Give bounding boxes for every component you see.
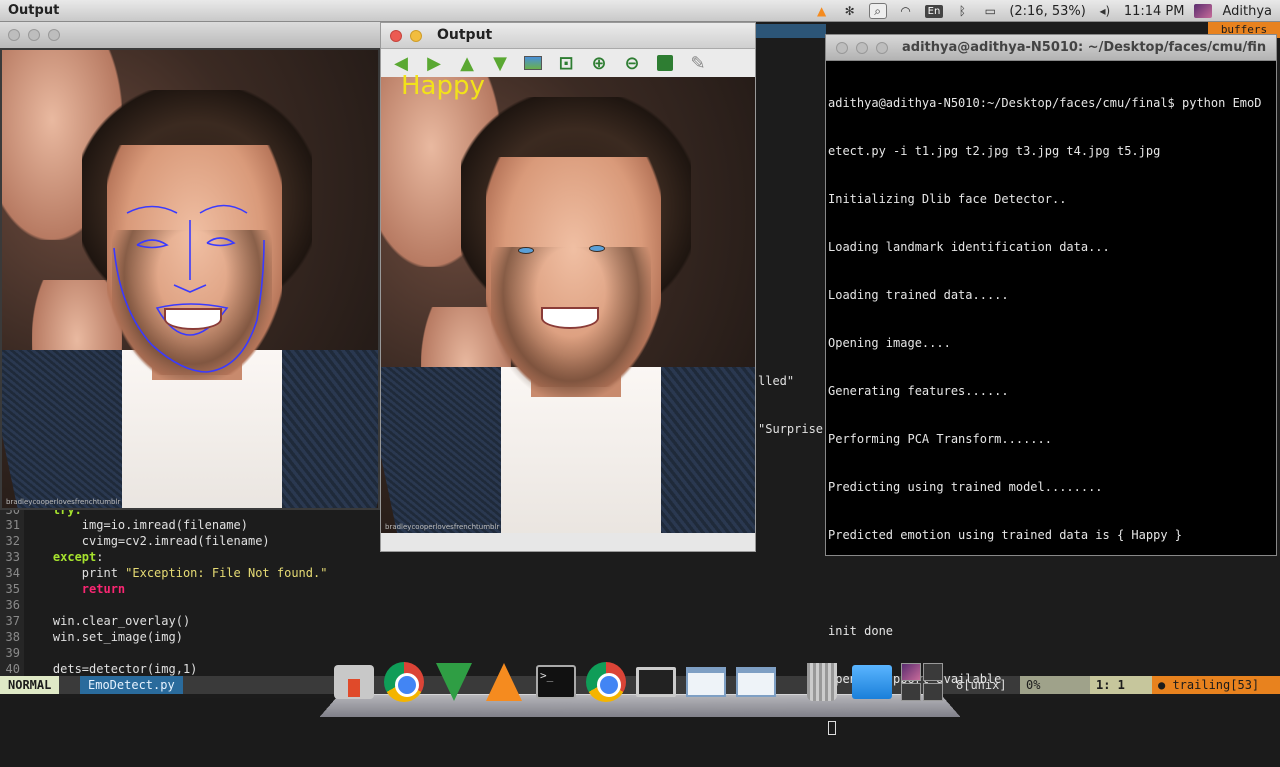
left-brow-landmark-line — [126, 205, 178, 214]
output-photo: bradleycooperlovesfrenchtumblr — [381, 77, 755, 533]
minimize-button[interactable] — [410, 30, 422, 42]
user-avatar — [1194, 4, 1213, 18]
terminal-icon[interactable]: >_ — [534, 660, 578, 704]
window-icon[interactable] — [734, 660, 778, 704]
code-line: 33 except: — [0, 549, 330, 565]
left-eye-landmark-line — [136, 239, 169, 249]
code-line: 38 win.set_image(img) — [0, 629, 330, 645]
volume-icon[interactable]: ◂) — [1096, 3, 1114, 19]
bluetooth-icon[interactable]: ᛒ — [953, 3, 971, 19]
chrome-icon[interactable] — [584, 660, 628, 704]
status-filename: EmoDetect.py — [80, 676, 183, 694]
code-line: 32 cvimg=cv2.imread(filename) — [0, 533, 330, 549]
landmark-output-window[interactable]: bradleycooperlovesfrenchtumblr — [0, 22, 380, 510]
window-titlebar[interactable] — [0, 22, 380, 48]
window-titlebar[interactable]: Output — [381, 23, 755, 49]
image-icon[interactable] — [521, 52, 545, 74]
active-app-name[interactable]: Output — [0, 3, 59, 18]
top-menubar: Output ▲ ✻ ⌕ ◠ En ᛒ ▭ (2:16, 53%) ◂) 11:… — [0, 0, 1280, 22]
right-eye-landmark-line — [206, 237, 236, 247]
monitor-icon[interactable] — [634, 660, 678, 704]
terminal-line: Loading trained data..... — [828, 288, 1009, 302]
terminal-line: etect.py -i t1.jpg t2.jpg t3.jpg t4.jpg … — [828, 144, 1161, 158]
window-titlebar[interactable]: adithya@adithya-N5010: ~/Desktop/faces/c… — [826, 35, 1276, 61]
vlc-icon[interactable]: ▲ — [813, 3, 831, 19]
window-title: Output — [437, 27, 493, 43]
photo-watermark: bradleycooperlovesfrenchtumblr — [6, 498, 121, 506]
jaw-landmark-line — [113, 239, 265, 373]
terminal-line: Initializing Dlib face Detector.. — [828, 192, 1067, 206]
terminal-line: Loading landmark identification data... — [828, 240, 1110, 254]
chrome-icon[interactable] — [382, 660, 426, 704]
system-tray: ▲ ✻ ⌕ ◠ En ᛒ ▭ (2:16, 53%) ◂) 11:14 PM A… — [813, 0, 1272, 22]
battery-status[interactable]: (2:16, 53%) — [1009, 4, 1086, 19]
photo-watermark: bradleycooperlovesfrenchtumblr — [385, 523, 500, 531]
save-icon[interactable] — [653, 52, 677, 74]
finder-icon[interactable] — [332, 660, 376, 704]
code-line: 31 img=io.imread(filename) — [0, 517, 330, 533]
terminal-output[interactable]: adithya@adithya-N5010:~/Desktop/faces/cm… — [828, 63, 1274, 735]
window-icon[interactable] — [684, 660, 728, 704]
wifi-icon[interactable]: ◠ — [897, 3, 915, 19]
mode-indicator: NORMAL — [0, 676, 60, 694]
code-line: 37 win.clear_overlay() — [0, 613, 330, 629]
dock: >_ — [319, 660, 961, 720]
terminal-line: adithya@adithya-N5010:~/Desktop/faces/cm… — [828, 96, 1262, 110]
terminal-line: Generating features...... — [828, 384, 1009, 398]
vlc-icon[interactable] — [482, 660, 526, 704]
vim-icon[interactable] — [432, 660, 476, 704]
trash-icon[interactable] — [800, 660, 844, 704]
folder-icon[interactable] — [850, 660, 894, 704]
tabline-strip — [756, 24, 826, 38]
code-line: 36 — [0, 597, 330, 613]
right-brow-landmark-line — [199, 204, 248, 214]
terminal-line: Opening image.... — [828, 336, 951, 350]
maximize-button[interactable] — [48, 29, 60, 41]
code-fragment: lled" — [758, 374, 795, 388]
clock[interactable]: 11:14 PM — [1124, 4, 1185, 19]
close-button[interactable] — [8, 29, 20, 41]
landmark-photo: bradleycooperlovesfrenchtumblr — [2, 50, 378, 508]
terminal-cursor — [828, 720, 836, 735]
close-button[interactable] — [390, 30, 402, 42]
emotion-label: Happy — [401, 71, 485, 101]
facial-landmarks-overlay — [113, 204, 265, 373]
zoom-in-icon[interactable]: ⊕ — [587, 52, 611, 74]
user-name[interactable]: Adithya — [1222, 4, 1272, 19]
terminal-line: Predicted emotion using trained data is … — [828, 528, 1183, 542]
workspace-icon[interactable] — [900, 660, 944, 704]
maximize-button[interactable] — [876, 42, 888, 54]
close-button[interactable] — [836, 42, 848, 54]
keyboard-language[interactable]: En — [924, 4, 944, 18]
zoom-fit-icon[interactable]: ⊡ — [554, 52, 578, 74]
terminal-line: Predicting using trained model........ — [828, 480, 1103, 494]
code-fragment: "Surprise — [758, 422, 824, 436]
battery-icon[interactable]: ▭ — [981, 3, 999, 19]
gear-icon[interactable]: ✻ — [841, 3, 859, 19]
code-line: 40 dets=detector(img,1) — [0, 661, 330, 677]
nose-landmark-line — [173, 220, 207, 293]
output-window[interactable]: Output ◀ ▶ ▲ ▼ ⊡ ⊕ ⊖ ✎ bradleycooperlove… — [380, 22, 756, 552]
terminal-line: init done — [828, 624, 894, 638]
down-arrow-icon[interactable]: ▼ — [488, 52, 512, 74]
zoom-out-icon[interactable]: ⊖ — [620, 52, 644, 74]
minimize-button[interactable] — [28, 29, 40, 41]
minimize-button[interactable] — [856, 42, 868, 54]
window-title: adithya@adithya-N5010: ~/Desktop/faces/c… — [902, 40, 1267, 55]
settings-icon[interactable]: ✎ — [686, 52, 710, 74]
code-line: 35 return — [0, 581, 330, 597]
search-icon[interactable]: ⌕ — [868, 3, 887, 19]
terminal-line: Performing PCA Transform....... — [828, 432, 1052, 446]
terminal-window[interactable]: adithya@adithya-N5010: ~/Desktop/faces/c… — [825, 34, 1277, 735]
code-line: 39 — [0, 645, 330, 661]
code-line: 34 print "Exception: File Not found." — [0, 565, 330, 581]
